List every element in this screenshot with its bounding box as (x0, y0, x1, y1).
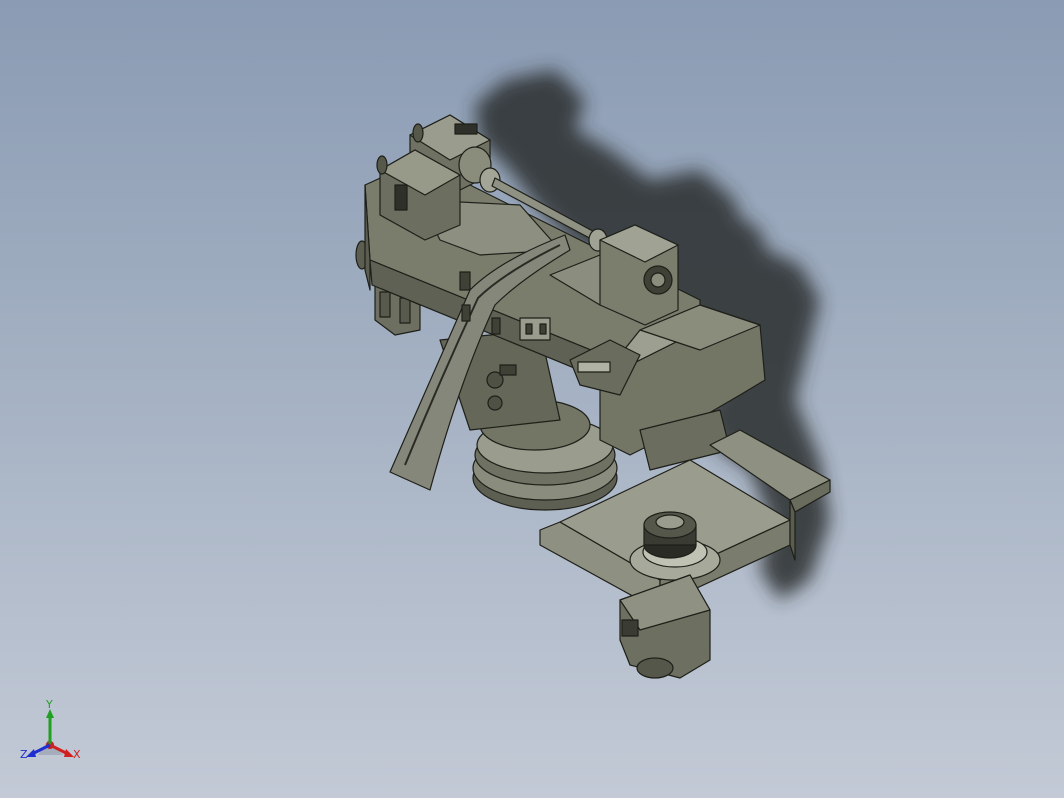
y-axis-label: Y (45, 700, 53, 711)
y-axis-icon: Y (45, 700, 54, 745)
z-axis-label: Z (20, 748, 28, 761)
x-axis-label: X (73, 748, 81, 761)
coordinate-axes-triad: Y X Z (20, 700, 81, 761)
timing-pulley[interactable] (643, 511, 697, 559)
bearing-block[interactable] (599, 224, 679, 326)
cad-3d-viewport[interactable]: Y X Z (0, 0, 1064, 798)
model-scene[interactable] (0, 0, 1064, 798)
